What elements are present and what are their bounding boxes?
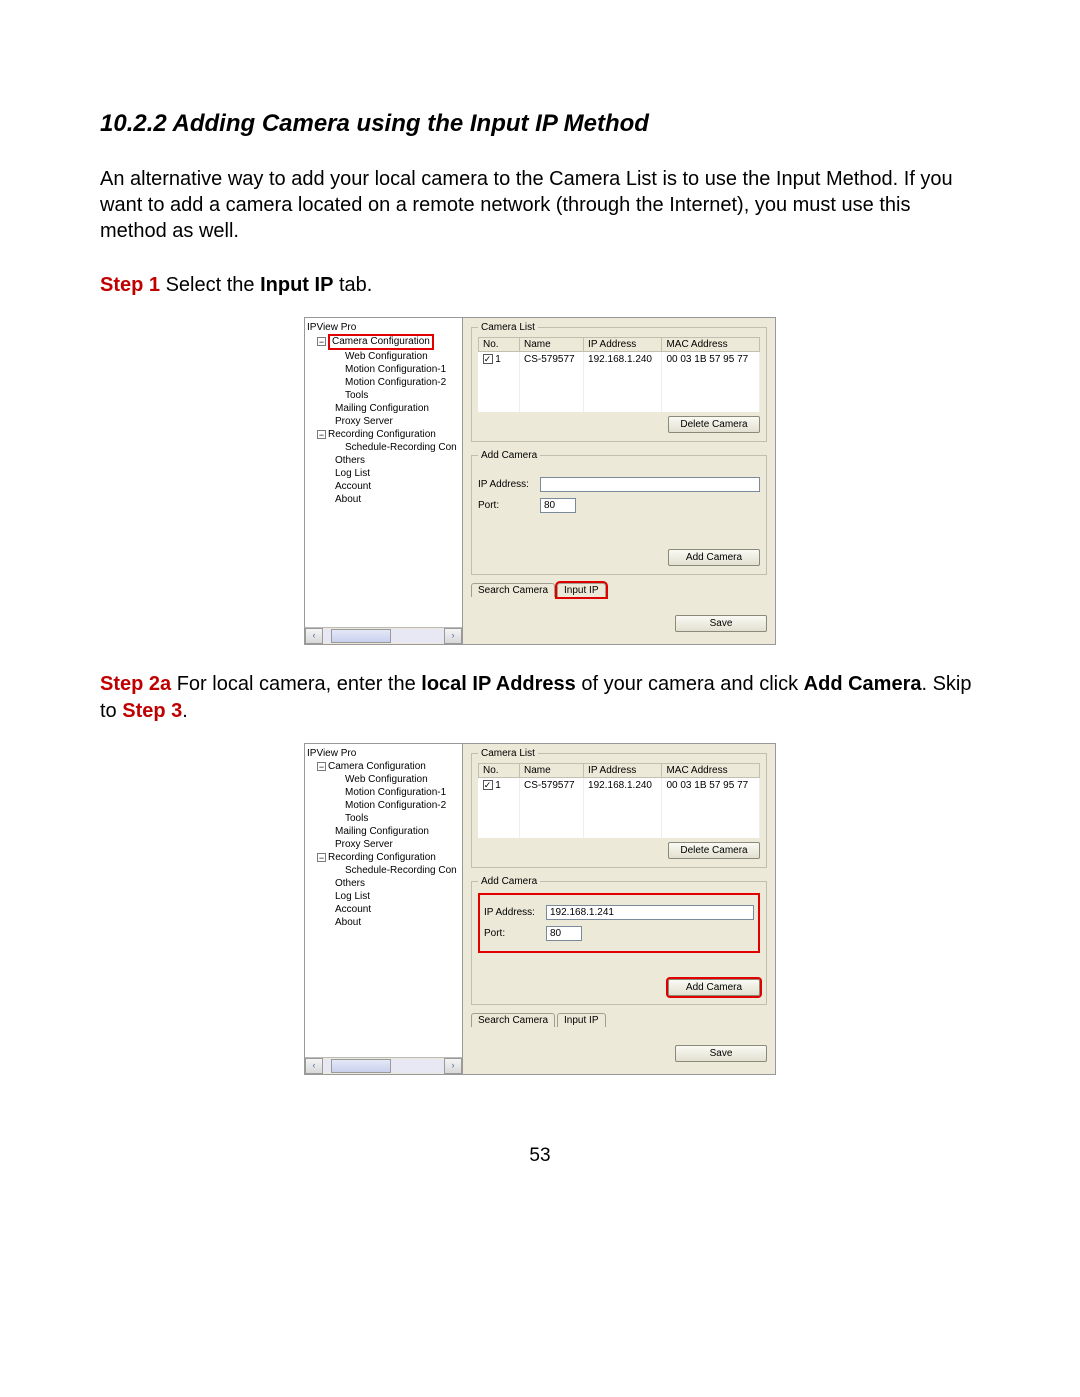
table-row — [479, 397, 760, 412]
expand-icon[interactable]: − — [317, 337, 326, 346]
camera-table: No. Name IP Address MAC Address ✓ 1 CS-5… — [478, 337, 760, 412]
scroll-thumb[interactable] — [331, 1059, 391, 1073]
tree-item[interactable]: Log List — [307, 467, 460, 480]
tree-item[interactable]: Others — [307, 454, 460, 467]
tree-item-recording[interactable]: −Recording Configuration — [307, 851, 460, 864]
table-row[interactable]: ✓ 1 CS-579577 192.168.1.240 00 03 1B 57 … — [479, 352, 760, 368]
ip-address-input[interactable] — [540, 477, 760, 492]
tree-item[interactable]: Schedule-Recording Con — [307, 441, 460, 454]
tree-item[interactable]: About — [307, 916, 460, 929]
port-label: Port: — [478, 500, 540, 511]
delete-camera-button[interactable]: Delete Camera — [668, 842, 760, 859]
scroll-right-button[interactable]: › — [444, 628, 462, 644]
tabs: Search Camera Input IP — [471, 583, 767, 597]
h-scrollbar[interactable]: ‹ › — [305, 1057, 462, 1074]
camera-list-legend: Camera List — [478, 322, 538, 333]
tree-root[interactable]: IPView Pro — [307, 747, 460, 760]
scroll-right-button[interactable]: › — [444, 1058, 462, 1074]
tree-item[interactable]: Proxy Server — [307, 415, 460, 428]
tree-item[interactable]: Account — [307, 480, 460, 493]
add-camera-button[interactable]: Add Camera — [668, 549, 760, 566]
tree-item[interactable]: Log List — [307, 890, 460, 903]
highlighted-inputs: IP Address: Port: — [478, 893, 760, 953]
tree-pane: IPView Pro −Camera Configuration Web Con… — [305, 318, 463, 644]
tree-item[interactable]: About — [307, 493, 460, 506]
port-input[interactable] — [546, 926, 582, 941]
add-camera-legend: Add Camera — [478, 876, 540, 887]
table-row — [479, 382, 760, 397]
port-label: Port: — [484, 928, 546, 939]
add-camera-group: Add Camera IP Address: Port: Add Camera — [471, 876, 767, 1005]
tree-pane: IPView Pro −Camera Configuration Web Con… — [305, 744, 463, 1074]
expand-icon[interactable]: − — [317, 853, 326, 862]
tree-item-recording[interactable]: −Recording Configuration — [307, 428, 460, 441]
tree-item[interactable]: Proxy Server — [307, 838, 460, 851]
add-camera-button[interactable]: Add Camera — [668, 979, 760, 996]
intro-text: An alternative way to add your local cam… — [100, 166, 980, 244]
tree-item[interactable]: Schedule-Recording Con — [307, 864, 460, 877]
delete-camera-button[interactable]: Delete Camera — [668, 416, 760, 433]
tree-root[interactable]: IPView Pro — [307, 321, 460, 334]
port-input[interactable] — [540, 498, 576, 513]
tab-input-ip[interactable]: Input IP — [557, 583, 605, 597]
scroll-left-button[interactable]: ‹ — [305, 628, 323, 644]
tree-item-camera-config[interactable]: −Camera Configuration — [307, 334, 460, 350]
add-camera-group: Add Camera IP Address: Port: Add Camera — [471, 450, 767, 575]
tabs: Search Camera Input IP — [471, 1013, 767, 1027]
tree-item[interactable]: Motion Configuration-1 — [307, 786, 460, 799]
step-1: Step 1 Select the Input IP tab. — [100, 272, 980, 299]
save-button[interactable]: Save — [675, 1045, 767, 1062]
table-header-row: No. Name IP Address MAC Address — [479, 338, 760, 352]
tree-item[interactable]: Motion Configuration-2 — [307, 799, 460, 812]
tab-input-ip[interactable]: Input IP — [557, 1013, 605, 1027]
expand-icon[interactable]: − — [317, 762, 326, 771]
tab-search-camera[interactable]: Search Camera — [471, 583, 555, 597]
ip-address-input[interactable] — [546, 905, 754, 920]
ip-label: IP Address: — [484, 907, 546, 918]
tree-item[interactable]: Tools — [307, 389, 460, 402]
page-number: 53 — [100, 1145, 980, 1167]
screenshot-2: IPView Pro −Camera Configuration Web Con… — [304, 743, 776, 1075]
table-row — [479, 367, 760, 382]
camera-list-group: Camera List No. Name IP Address MAC Addr… — [471, 322, 767, 442]
tree-item-camera-config[interactable]: −Camera Configuration — [307, 760, 460, 773]
ip-label: IP Address: — [478, 479, 540, 490]
save-button[interactable]: Save — [675, 615, 767, 632]
camera-list-legend: Camera List — [478, 748, 538, 759]
tree-item[interactable]: Others — [307, 877, 460, 890]
add-camera-legend: Add Camera — [478, 450, 540, 461]
camera-list-group: Camera List No. Name IP Address MAC Addr… — [471, 748, 767, 868]
step-2a: Step 2a For local camera, enter the loca… — [100, 671, 980, 725]
tree-item[interactable]: Account — [307, 903, 460, 916]
expand-icon[interactable]: − — [317, 430, 326, 439]
table-row[interactable]: ✓ 1 CS-579577 192.168.1.240 00 03 1B 57 … — [479, 778, 760, 794]
tree-item[interactable]: Motion Configuration-2 — [307, 376, 460, 389]
screenshot-1: IPView Pro −Camera Configuration Web Con… — [304, 317, 776, 645]
h-scrollbar[interactable]: ‹ › — [305, 627, 462, 644]
tree-item[interactable]: Web Configuration — [307, 350, 460, 363]
scroll-left-button[interactable]: ‹ — [305, 1058, 323, 1074]
tree-item[interactable]: Web Configuration — [307, 773, 460, 786]
scroll-thumb[interactable] — [331, 629, 391, 643]
section-heading: 10.2.2 Adding Camera using the Input IP … — [100, 110, 980, 138]
table-row — [479, 808, 760, 823]
tree-item[interactable]: Motion Configuration-1 — [307, 363, 460, 376]
tab-search-camera[interactable]: Search Camera — [471, 1013, 555, 1027]
camera-table: No. Name IP Address MAC Address ✓ 1 CS-5… — [478, 763, 760, 838]
table-row — [479, 793, 760, 808]
row-checkbox[interactable]: ✓ — [483, 354, 493, 364]
tree-item[interactable]: Tools — [307, 812, 460, 825]
row-checkbox[interactable]: ✓ — [483, 780, 493, 790]
table-row — [479, 823, 760, 838]
table-header-row: No. Name IP Address MAC Address — [479, 764, 760, 778]
tree-item[interactable]: Mailing Configuration — [307, 402, 460, 415]
tree-item[interactable]: Mailing Configuration — [307, 825, 460, 838]
